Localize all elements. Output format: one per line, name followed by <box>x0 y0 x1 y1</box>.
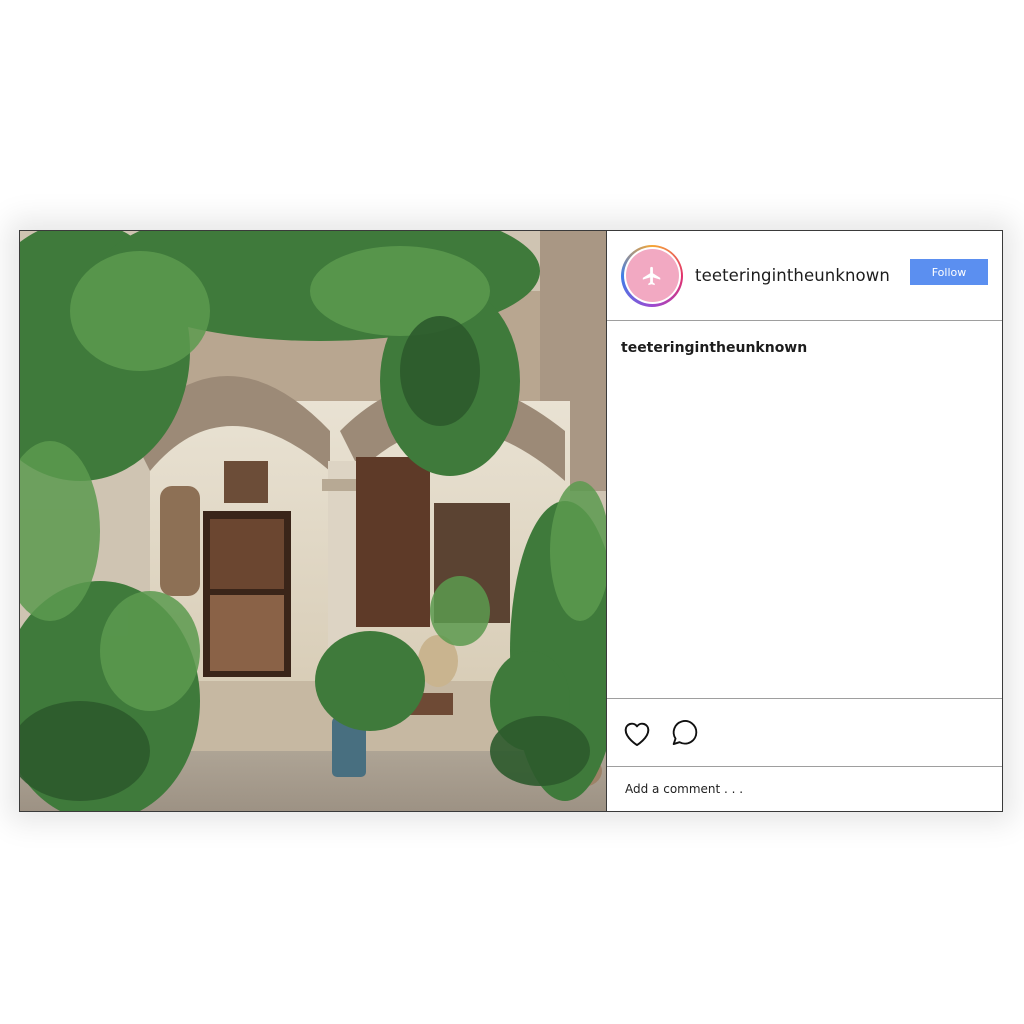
comment-button[interactable] <box>669 717 701 749</box>
comment-input[interactable] <box>625 782 925 796</box>
post-photo[interactable] <box>20 231 607 811</box>
post-card: teeteringintheunknown Follow teeteringin… <box>19 230 1003 812</box>
heart-icon <box>624 722 650 746</box>
post-header: teeteringintheunknown Follow <box>607 231 1002 321</box>
caption-area: teeteringintheunknown <box>607 321 1002 699</box>
post-author-username[interactable]: teeteringintheunknown <box>695 266 890 285</box>
post-sidebar: teeteringintheunknown Follow teeteringin… <box>607 231 1002 811</box>
courtyard-photo-illustration <box>20 231 606 811</box>
follow-button[interactable]: Follow <box>910 259 988 285</box>
caption-username[interactable]: teeteringintheunknown <box>621 340 807 356</box>
airplane-icon <box>642 266 661 285</box>
comment-row <box>607 767 1002 811</box>
avatar[interactable] <box>621 244 683 307</box>
like-button[interactable] <box>620 716 654 750</box>
post-actions <box>607 699 1002 767</box>
speech-bubble-icon <box>672 719 698 745</box>
